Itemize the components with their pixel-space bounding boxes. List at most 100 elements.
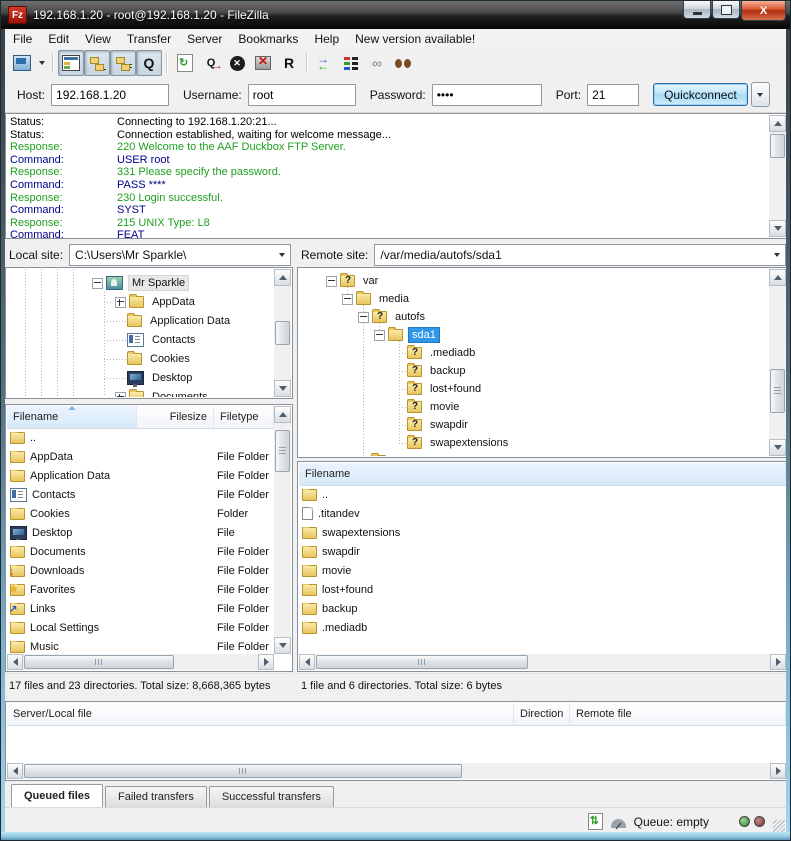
transfer-queue-panel[interactable]: Server/Local file Direction Remote file	[5, 701, 788, 781]
compare-directories-button[interactable]	[312, 50, 338, 76]
menu-help[interactable]: Help	[306, 30, 347, 48]
queue-hscrollbar[interactable]	[7, 763, 786, 779]
file-row[interactable]: lost+found	[299, 580, 786, 599]
synchronized-browsing-button[interactable]: ∞	[364, 50, 390, 76]
column-filetype[interactable]: Filetype	[214, 406, 274, 428]
file-row[interactable]: Application DataFile Folder	[7, 466, 274, 485]
username-input[interactable]	[248, 84, 356, 106]
scroll-up-icon[interactable]	[274, 406, 291, 423]
scroll-right-icon[interactable]	[770, 654, 786, 670]
file-row[interactable]: DocumentsFile Folder	[7, 542, 274, 561]
scrollbar-thumb[interactable]	[24, 764, 462, 778]
scroll-left-icon[interactable]	[7, 654, 23, 670]
collapse-icon[interactable]	[358, 312, 369, 323]
local-list-scrollbar[interactable]	[274, 406, 291, 654]
scroll-up-icon[interactable]	[274, 269, 291, 286]
file-row[interactable]: swapdir	[299, 542, 786, 561]
scroll-down-icon[interactable]	[274, 637, 291, 654]
disconnect-button[interactable]	[250, 50, 276, 76]
column-server-local-file[interactable]: Server/Local file	[7, 703, 514, 725]
tree-item-autofs[interactable]: autofs	[392, 310, 428, 324]
quickconnect-button[interactable]: Quickconnect	[653, 83, 748, 106]
scroll-down-icon[interactable]	[769, 439, 786, 456]
tree-item-lost-found[interactable]: lost+found	[427, 382, 484, 396]
local-tree-panel[interactable]: Mr Sparkle AppData Application Data Cont…	[5, 267, 293, 399]
tree-item-cookies[interactable]: Cookies	[147, 352, 193, 366]
file-row[interactable]: LinksFile Folder	[7, 599, 274, 618]
scrollbar-thumb[interactable]	[770, 134, 785, 158]
local-file-list-panel[interactable]: Filename Filesize Filetype .. AppDataFil…	[5, 404, 293, 672]
remote-file-list-panel[interactable]: Filename .. .titandev swapextensions swa…	[297, 461, 788, 672]
scroll-right-icon[interactable]	[770, 763, 786, 779]
column-filesize[interactable]: Filesize	[137, 406, 214, 428]
scrollbar-thumb[interactable]	[316, 655, 528, 669]
minimize-button[interactable]	[683, 1, 711, 19]
tree-item-backup[interactable]: backup	[427, 364, 468, 378]
column-remote-file[interactable]: Remote file	[570, 703, 786, 725]
file-row[interactable]: MusicFile Folder	[7, 637, 274, 654]
tree-item-mr-sparkle[interactable]: Mr Sparkle	[128, 275, 189, 291]
close-button[interactable]: X	[741, 1, 786, 21]
local-site-combo[interactable]: C:\Users\Mr Sparkle\	[69, 244, 291, 266]
file-row[interactable]: DesktopFile	[7, 523, 274, 542]
collapse-icon[interactable]	[342, 294, 353, 305]
menu-edit[interactable]: Edit	[40, 30, 77, 48]
scrollbar-thumb[interactable]	[275, 321, 290, 345]
directory-comparison-button[interactable]	[338, 50, 364, 76]
file-row[interactable]: CookiesFolder	[7, 504, 274, 523]
file-row[interactable]: movie	[299, 561, 786, 580]
host-input[interactable]	[51, 84, 169, 106]
tab-failed-transfers[interactable]: Failed transfers	[105, 786, 207, 807]
scroll-up-icon[interactable]	[769, 269, 786, 286]
resize-grip[interactable]	[773, 820, 785, 832]
expand-icon[interactable]	[115, 297, 126, 308]
site-manager-dropdown[interactable]	[35, 52, 48, 74]
remote-list-hscrollbar[interactable]	[299, 654, 786, 670]
tab-successful-transfers[interactable]: Successful transfers	[209, 786, 334, 807]
file-row[interactable]: .titandev	[299, 504, 786, 523]
file-row[interactable]: .mediadb	[299, 618, 786, 637]
remote-tree-scrollbar[interactable]	[769, 269, 786, 456]
menu-view[interactable]: View	[77, 30, 119, 48]
toggle-local-tree-button[interactable]: L	[84, 50, 110, 76]
tree-item-application-data[interactable]: Application Data	[147, 314, 233, 328]
tree-item-mediadb[interactable]: .mediadb	[427, 346, 478, 360]
file-row[interactable]: FavoritesFile Folder	[7, 580, 274, 599]
log-scrollbar[interactable]	[769, 115, 786, 237]
collapse-icon[interactable]	[92, 278, 103, 289]
collapse-icon[interactable]	[326, 276, 337, 287]
local-list-hscrollbar[interactable]	[7, 654, 274, 670]
menu-transfer[interactable]: Transfer	[119, 30, 179, 48]
remote-tree-panel[interactable]: var media autofs sda1 .mediadb	[297, 267, 788, 458]
column-filename[interactable]: Filename	[7, 406, 137, 428]
reconnect-button[interactable]: R	[276, 50, 302, 76]
process-queue-button[interactable]: Q	[198, 50, 224, 76]
menu-server[interactable]: Server	[179, 30, 230, 48]
tree-item-swapextensions[interactable]: swapextensions	[427, 436, 511, 450]
file-row[interactable]: ..	[299, 485, 786, 504]
file-row[interactable]: ContactsFile Folder	[7, 485, 274, 504]
tree-item-sda1-selected[interactable]: sda1	[408, 327, 440, 343]
refresh-button[interactable]	[172, 50, 198, 76]
scroll-left-icon[interactable]	[7, 763, 23, 779]
tree-item-media[interactable]: media	[376, 292, 412, 306]
tab-queued-files[interactable]: Queued files	[11, 784, 103, 807]
cancel-button[interactable]: ✕	[224, 50, 250, 76]
tree-item-var[interactable]: var	[360, 274, 381, 288]
titlebar[interactable]: Fz 192.168.1.20 - root@192.168.1.20 - Fi…	[1, 1, 791, 29]
scrollbar-thumb[interactable]	[770, 369, 785, 413]
tree-item-appdata[interactable]: AppData	[149, 295, 198, 309]
file-row[interactable]: backup	[299, 599, 786, 618]
find-files-button[interactable]	[390, 50, 416, 76]
file-row[interactable]: AppDataFile Folder	[7, 447, 274, 466]
maximize-button[interactable]	[712, 1, 740, 19]
column-filename[interactable]: Filename	[299, 463, 786, 485]
site-manager-button[interactable]	[9, 50, 35, 76]
toggle-remote-tree-button[interactable]: F	[110, 50, 136, 76]
collapse-icon[interactable]	[374, 330, 385, 341]
expand-icon[interactable]	[115, 392, 126, 398]
scroll-left-icon[interactable]	[299, 654, 315, 670]
message-log[interactable]: Status:Connecting to 192.168.1.20:21... …	[5, 113, 788, 239]
tree-item-swapdir[interactable]: swapdir	[427, 418, 471, 432]
toggle-queue-button[interactable]: Q	[136, 50, 162, 76]
